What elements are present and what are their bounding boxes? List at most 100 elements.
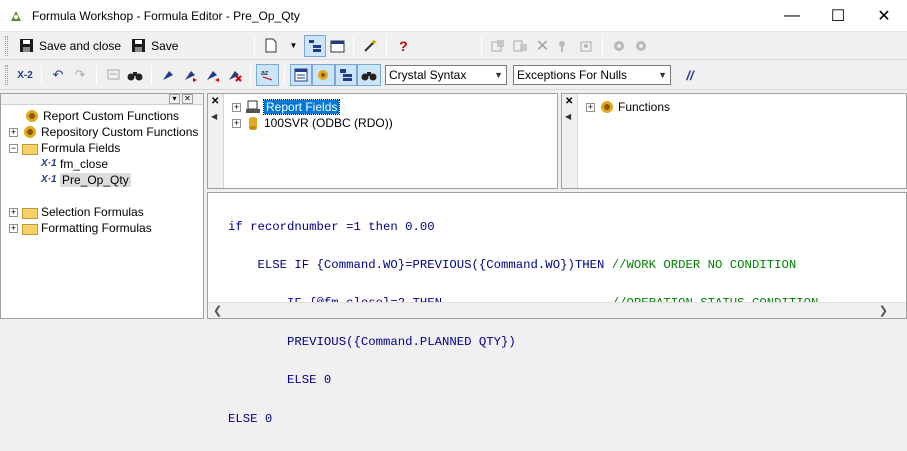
scroll-left-arrow-icon[interactable]: ❮ (213, 304, 222, 317)
edit-button[interactable] (553, 35, 575, 57)
toolbar-separator (602, 35, 604, 56)
redo-button[interactable]: ↷ (69, 64, 91, 86)
toolbar-separator (481, 35, 483, 56)
toolbar-separator (250, 65, 251, 85)
tree-item-label: Formula Fields (41, 141, 121, 155)
tree-item-label: Functions (618, 100, 671, 114)
find-button[interactable] (124, 64, 146, 86)
gear-icon (24, 109, 40, 123)
folder-icon (22, 143, 38, 155)
check-icon: X-2 (17, 69, 33, 81)
search-field-button[interactable] (357, 64, 381, 86)
properties-button[interactable] (326, 35, 348, 57)
formula-expert-button[interactable] (359, 35, 381, 57)
tree-item-fm-close[interactable]: X·1 fm_close (41, 156, 108, 172)
tree-item-database-connection[interactable]: + 100SVR (ODBC (RDO)) (232, 115, 393, 131)
tree-item-formatting-formulas[interactable]: + Formatting Formulas (9, 220, 152, 236)
null-handling-select[interactable]: Exceptions For Nulls ▼ (513, 65, 671, 85)
gear-button-1[interactable] (608, 35, 630, 57)
expand-icon[interactable]: + (9, 127, 18, 137)
window-title: Formula Workshop - Formula Editor - Pre_… (32, 8, 300, 23)
minimize-button[interactable]: — (769, 0, 815, 31)
previous-bookmark-icon (206, 71, 219, 82)
panel-close-button[interactable]: ✕ (182, 94, 193, 104)
save-button[interactable]: Save (126, 35, 183, 57)
tree-item-functions[interactable]: + Functions (586, 99, 670, 115)
toggle-tree-button[interactable] (304, 34, 327, 57)
functions-tree-panel: ✕ ◀ + Functions (561, 93, 907, 189)
expand-icon[interactable]: + (586, 102, 595, 112)
new-dropdown-button[interactable]: ▼ (282, 35, 304, 57)
panel-menu-button[interactable]: ▾ (169, 94, 180, 104)
tree-item-label: Selection Formulas (41, 205, 144, 219)
tree-item-selection-formulas[interactable]: + Selection Formulas (9, 204, 144, 220)
binoculars-icon (361, 72, 377, 81)
null-handling-select-value: Exceptions For Nulls (517, 68, 628, 82)
tree-item-pre-op-qty[interactable]: X·1 Pre_Op_Qty (41, 172, 131, 188)
show-fields-button[interactable] (290, 64, 312, 86)
browse-data-button[interactable] (102, 64, 124, 86)
horizontal-scrollbar[interactable]: ❮ ❯ (208, 302, 906, 318)
undo-button[interactable]: ↶ (47, 64, 69, 86)
edit-icon (558, 40, 565, 52)
show-operators-button[interactable] (335, 64, 357, 86)
toolbar-grip[interactable] (5, 65, 8, 85)
formula-icon: X·1 (41, 174, 57, 185)
maximize-button[interactable]: ☐ (815, 0, 861, 31)
show-functions-button[interactable] (312, 64, 335, 86)
new-document-icon (265, 38, 277, 53)
title-bar: Formula Workshop - Formula Editor - Pre_… (0, 0, 907, 31)
formula-code[interactable]: if recordnumber =1 then 0.00 ELSE IF {Co… (228, 195, 818, 451)
next-bookmark-button[interactable] (179, 64, 201, 86)
expand-icon[interactable]: + (9, 207, 18, 217)
previous-bookmark-button[interactable] (201, 64, 223, 86)
tree-item-label: Formatting Formulas (41, 221, 152, 235)
comment-icon: // (686, 67, 694, 83)
tree-item-report-fields[interactable]: + Report Fields (232, 99, 341, 115)
gear-icon (636, 40, 647, 51)
panel-close-button[interactable]: ✕ (211, 96, 219, 107)
help-icon: ? (399, 37, 408, 54)
tree-item-label: fm_close (60, 157, 109, 171)
scroll-left-icon[interactable]: ◀ (565, 112, 571, 121)
scroll-right-arrow-icon[interactable]: ❯ (879, 304, 888, 317)
expand-icon[interactable]: + (232, 102, 241, 112)
rename-icon (491, 39, 504, 51)
database-icon (249, 117, 257, 130)
comment-button[interactable]: // (679, 64, 701, 86)
clear-bookmarks-button[interactable] (223, 64, 245, 86)
add-to-repository-button[interactable] (575, 35, 597, 57)
formula-editor[interactable]: if recordnumber =1 then 0.00 ELSE IF {Co… (207, 192, 907, 425)
code-line: PREVIOUS({Command.PLANNED QTY}) (228, 334, 516, 349)
delete-button[interactable]: ✕ (531, 35, 553, 57)
expand-icon[interactable]: + (232, 118, 241, 128)
toolbar-separator (96, 65, 97, 85)
toolbar-grip[interactable] (5, 35, 8, 56)
close-window-button[interactable]: ✕ (861, 0, 907, 31)
tree-item-label: Report Fields (262, 99, 341, 115)
tree-item-repository-custom-functions[interactable]: + Repository Custom Functions (9, 124, 198, 140)
rename-button[interactable] (487, 35, 509, 57)
code-line: ELSE 0 (228, 373, 332, 388)
syntax-select-value: Crystal Syntax (389, 68, 467, 82)
sort-trees-button[interactable]: az (256, 64, 279, 86)
fields-tree-icon (294, 68, 308, 82)
scroll-left-icon[interactable]: ◀ (211, 112, 217, 121)
help-button[interactable]: ? (392, 35, 414, 57)
toolbar-separator (41, 65, 42, 85)
gear-button-2[interactable] (630, 35, 652, 57)
repository-icon (580, 41, 592, 51)
collapse-icon[interactable]: − (9, 143, 18, 153)
tree-item-formula-fields[interactable]: − Formula Fields (9, 140, 120, 156)
duplicate-button[interactable] (509, 35, 531, 57)
save-and-close-button[interactable]: Save and close (14, 35, 126, 57)
tree-item-report-custom-functions[interactable]: Report Custom Functions (24, 108, 179, 124)
check-button[interactable]: X-2 (14, 64, 36, 86)
syntax-select[interactable]: Crystal Syntax ▼ (385, 65, 507, 85)
formula-toolbar: X-2 ↶ ↷ az Crystal Syntax ▼ Exceptions F… (0, 61, 907, 90)
panel-close-button[interactable]: ✕ (565, 96, 573, 107)
new-button[interactable] (260, 35, 282, 57)
chevron-down-icon: ▼ (658, 70, 667, 80)
toggle-bookmark-button[interactable] (157, 64, 179, 86)
expand-icon[interactable]: + (9, 223, 18, 233)
